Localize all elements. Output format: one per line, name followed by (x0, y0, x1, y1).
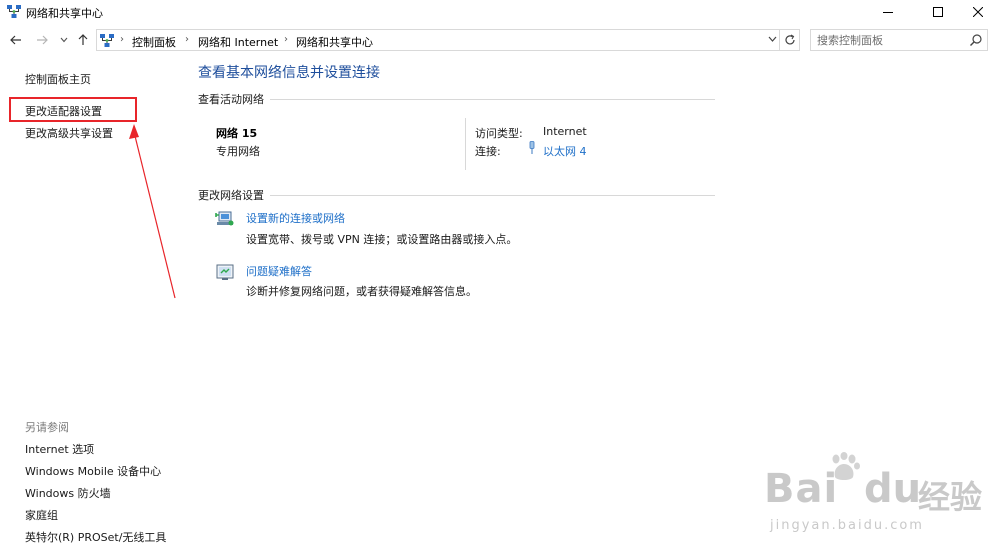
access-type-label: 访问类型: (475, 127, 523, 140)
address-dropdown-icon[interactable] (768, 34, 777, 47)
maximize-button[interactable] (916, 0, 960, 24)
change-settings-heading: 更改网络设置 (198, 189, 264, 202)
left-navigation-pane: 控制面板主页 更改适配器设置 更改高级共享设置 另请参阅 Internet 选项… (0, 52, 185, 560)
baidu-watermark: Bai du 经验 jingyan.baidu.com (760, 452, 992, 552)
change-advanced-sharing-link[interactable]: 更改高级共享设置 (25, 125, 113, 141)
forward-button[interactable] (33, 30, 51, 50)
window-title: 网络和共享中心 (26, 7, 103, 20)
new-connection-icon (215, 209, 235, 229)
search-icon[interactable] (969, 33, 983, 50)
page-title: 查看基本网络信息并设置连接 (198, 65, 380, 81)
breadcrumb-control-panel[interactable]: 控制面板 (132, 34, 176, 50)
watermark-brand-end: du (864, 466, 922, 512)
troubleshoot-description: 诊断并修复网络问题，或者获得疑难解答信息。 (246, 285, 477, 298)
close-button[interactable] (956, 0, 1000, 24)
section-divider (270, 99, 715, 100)
recent-locations-button[interactable] (55, 30, 73, 50)
troubleshoot-icon (215, 262, 235, 282)
search-box[interactable] (810, 29, 988, 51)
network-type: 专用网络 (216, 145, 260, 158)
windows-firewall-link[interactable]: Windows 防火墙 (25, 485, 111, 501)
homegroup-link[interactable]: 家庭组 (25, 507, 58, 523)
network-name: 网络 15 (216, 127, 258, 140)
navigation-bar: › 控制面板 › 网络和 Internet › 网络和共享中心 (0, 28, 1000, 52)
setup-new-connection-link[interactable]: 设置新的连接或网络 (246, 210, 345, 226)
chevron-right-icon: › (185, 34, 189, 45)
see-also-heading: 另请参阅 (25, 421, 69, 434)
intel-proset-link[interactable]: 英特尔(R) PROSet/无线工具 (25, 529, 166, 545)
chevron-right-icon: › (120, 34, 124, 45)
watermark-product: 经验 (918, 478, 983, 516)
up-button[interactable] (74, 30, 92, 50)
connections-label: 连接: (475, 145, 501, 158)
search-input[interactable] (817, 32, 967, 48)
troubleshoot-link[interactable]: 问题疑难解答 (246, 263, 312, 279)
address-bar[interactable]: › 控制面板 › 网络和 Internet › 网络和共享中心 (96, 29, 800, 51)
breadcrumb-network-sharing-center[interactable]: 网络和共享中心 (296, 34, 373, 50)
refresh-button[interactable] (779, 30, 799, 50)
watermark-url: jingyan.baidu.com (770, 518, 924, 533)
ethernet-icon (528, 141, 536, 158)
vertical-divider (465, 118, 466, 170)
active-networks-heading: 查看活动网络 (198, 93, 264, 106)
access-type-value: Internet (543, 125, 587, 138)
chevron-right-icon: › (284, 34, 288, 45)
minimize-button[interactable] (866, 0, 910, 24)
control-panel-home-link[interactable]: 控制面板主页 (25, 71, 91, 87)
ethernet-connection-link[interactable]: 以太网 4 (543, 143, 587, 159)
watermark-brand: Bai (764, 466, 839, 512)
internet-options-link[interactable]: Internet 选项 (25, 441, 94, 457)
network-center-icon (6, 4, 22, 20)
control-panel-icon (99, 33, 115, 49)
breadcrumb-network-internet[interactable]: 网络和 Internet (198, 34, 278, 50)
title-bar: 网络和共享中心 (0, 0, 1000, 24)
back-button[interactable] (7, 30, 25, 50)
annotation-highlight-box (9, 97, 137, 122)
setup-new-connection-description: 设置宽带、拨号或 VPN 连接；或设置路由器或接入点。 (246, 233, 518, 246)
section-divider (270, 195, 715, 196)
windows-mobile-center-link[interactable]: Windows Mobile 设备中心 (25, 463, 161, 479)
